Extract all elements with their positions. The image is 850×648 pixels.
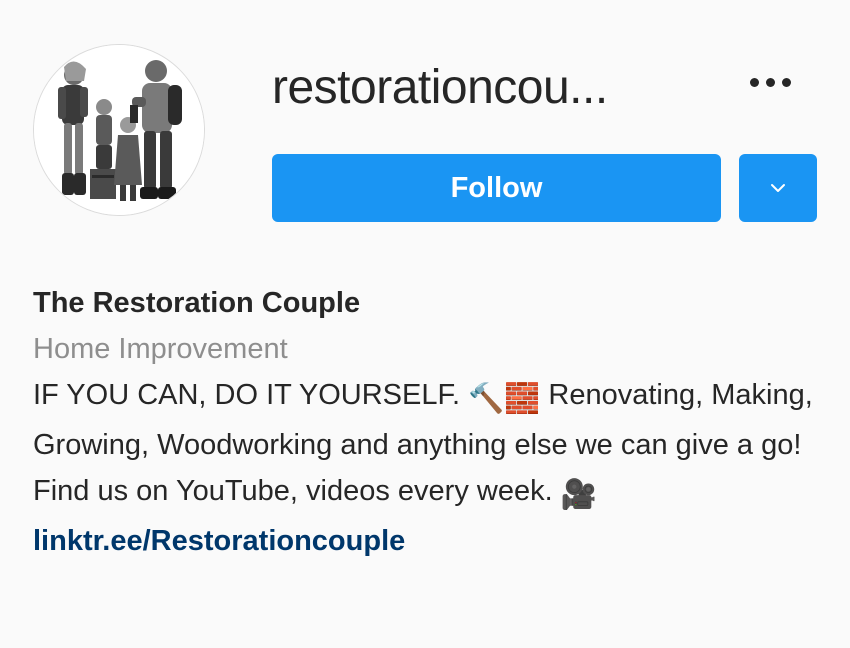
profile-bio-text: IF YOU CAN, DO IT YOURSELF. 🔨🧱 Renovatin…	[33, 372, 833, 518]
suggested-accounts-dropdown-button[interactable]	[739, 154, 817, 222]
chevron-down-icon	[771, 184, 785, 192]
profile-full-name: The Restoration Couple	[33, 287, 361, 319]
bio-text-part1: IF YOU CAN, DO IT YOURSELF.	[33, 379, 469, 411]
profile-category: Home Improvement	[33, 333, 288, 365]
more-options-icon	[765, 77, 775, 87]
brick-icon: 🧱	[504, 383, 541, 415]
hammer-icon: 🔨	[468, 383, 505, 415]
profile-bio-section: The Restoration Couple Home Improvement …	[33, 280, 833, 564]
video-camera-icon: 🎥	[560, 479, 597, 511]
profile-external-link[interactable]: linktr.ee/Restorationcouple	[33, 518, 405, 564]
follow-button[interactable]: Follow	[272, 154, 721, 222]
profile-username: restorationcou...	[272, 61, 608, 114]
profile-avatar[interactable]	[33, 44, 205, 216]
more-options-button[interactable]	[742, 62, 798, 102]
avatar-family-photo	[34, 45, 204, 215]
more-options-icon	[749, 77, 759, 87]
more-options-icon	[781, 77, 791, 87]
